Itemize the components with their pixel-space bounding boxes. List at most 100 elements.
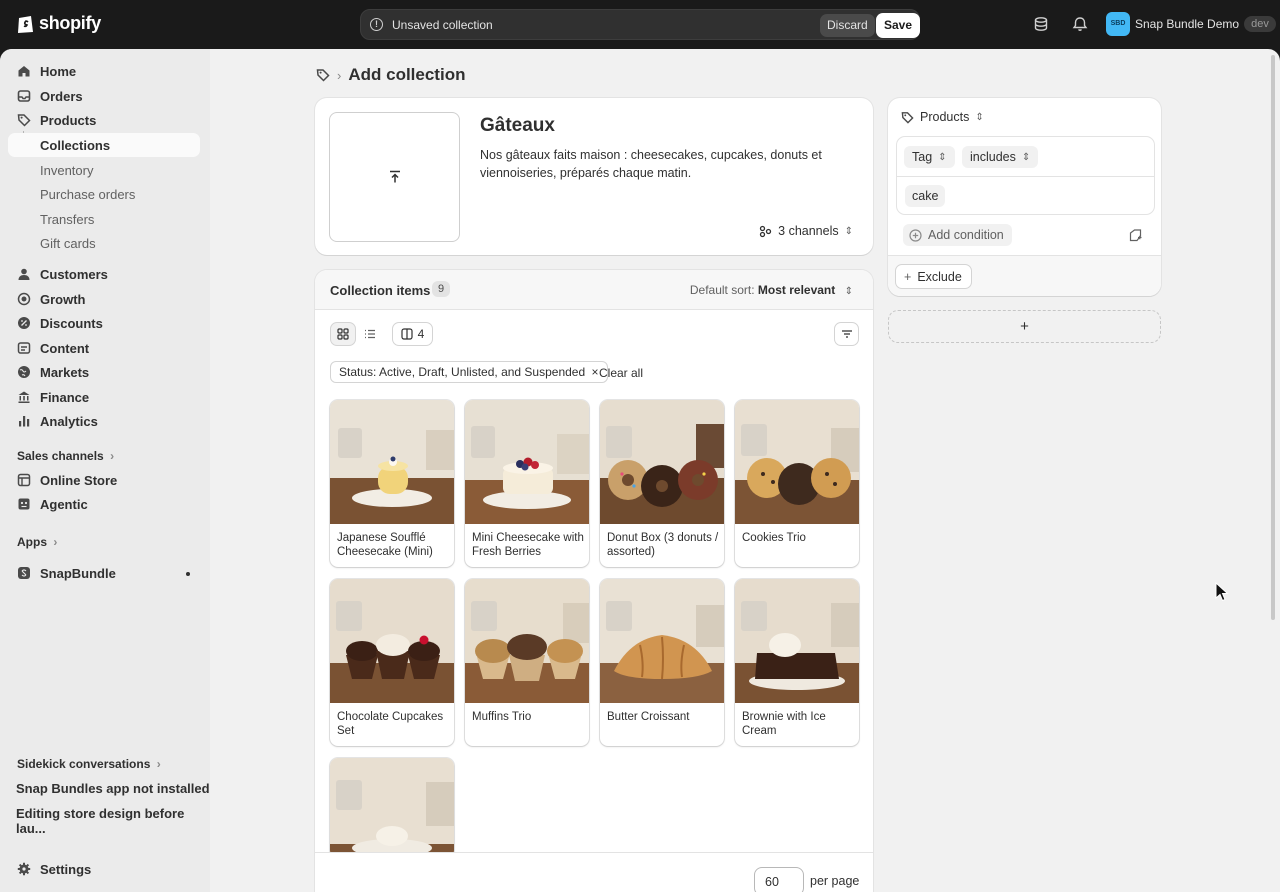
nav-collections[interactable]: Collections — [8, 133, 200, 157]
nav-content[interactable]: Content — [8, 336, 200, 360]
nav-transfers[interactable]: Transfers — [40, 212, 94, 227]
collection-title[interactable]: Gâteaux — [480, 115, 555, 137]
sidekick-heading[interactable]: Sidekick conversations › — [17, 757, 161, 771]
nav-customers[interactable]: Customers — [8, 262, 200, 286]
nav-content-label: Content — [40, 340, 90, 356]
per-page-input[interactable] — [754, 867, 804, 892]
select-chevrons-icon: ⇕ — [938, 151, 947, 163]
filter-button[interactable] — [834, 322, 859, 346]
columns-icon — [401, 328, 413, 340]
product-image — [465, 579, 589, 703]
product-card[interactable]: Mini Cheesecake with Fresh Berries — [465, 400, 589, 567]
condition-operator-select[interactable]: includes ⇕ — [962, 146, 1039, 168]
status-filter-chip[interactable]: Status: Active, Draft, Unlisted, and Sus… — [330, 361, 608, 383]
content-icon — [17, 342, 31, 354]
nav-discounts-label: Discounts — [40, 315, 103, 331]
product-name: Mini Cheesecake with Fresh Berries — [472, 532, 584, 558]
env-badge: dev — [1244, 16, 1276, 32]
channels-selector[interactable]: 3 channels ⇕ — [759, 224, 853, 238]
product-card[interactable]: Chocolate Cupcakes Set — [330, 579, 454, 746]
nav-products[interactable]: Products — [8, 108, 200, 132]
nav-agentic[interactable]: Agentic — [8, 492, 200, 516]
sidekick-conversation[interactable]: Editing store design before lau... — [16, 806, 210, 836]
tag-icon — [901, 111, 914, 124]
nav-discounts[interactable]: Discounts — [8, 311, 200, 335]
bell-icon[interactable] — [1072, 16, 1088, 32]
tag-plus-icon[interactable] — [1129, 229, 1142, 242]
save-button[interactable]: Save — [876, 13, 921, 38]
grid-view-button[interactable] — [330, 322, 356, 346]
nav-snapbundle[interactable]: SnapBundle — [8, 561, 200, 585]
shopify-logo[interactable]: shopify — [17, 13, 101, 34]
nav-markets-label: Markets — [40, 364, 90, 380]
nav-purchase-orders[interactable]: Purchase orders — [40, 187, 135, 202]
list-view-button[interactable] — [357, 322, 383, 346]
channels-label: 3 channels — [778, 224, 839, 238]
collection-description[interactable]: Nos gâteaux faits maison : cheesecakes, … — [480, 147, 850, 182]
nav-home[interactable]: Home — [8, 59, 200, 83]
close-icon[interactable]: × — [591, 365, 598, 379]
nav-analytics[interactable]: Analytics — [8, 409, 200, 433]
nav-gift-cards[interactable]: Gift cards — [40, 236, 96, 251]
home-icon — [18, 66, 30, 77]
nav-orders-label: Orders — [40, 88, 83, 104]
nav-online-store[interactable]: Online Store — [8, 468, 200, 492]
per-page-label: per page — [810, 874, 860, 888]
sort-selector[interactable]: Default sort: Most relevant ⇕ — [690, 283, 853, 297]
add-condition-button[interactable]: Add condition — [903, 224, 1012, 246]
product-image — [330, 400, 454, 524]
chevron-right-icon: › — [110, 449, 115, 463]
exclude-section: + Exclude — [888, 255, 1161, 296]
bar-chart-icon — [19, 416, 30, 427]
filter-chip-label: Status: Active, Draft, Unlisted, and Sus… — [339, 365, 586, 379]
image-upload-dropzone[interactable] — [329, 112, 460, 242]
database-icon[interactable] — [1033, 16, 1049, 32]
clear-all-link[interactable]: Clear all — [599, 366, 643, 380]
rule-target-selector[interactable]: Products ⇕ — [901, 110, 984, 124]
filter-lines-icon — [841, 330, 852, 338]
product-name: Muffins Trio — [472, 711, 532, 723]
store-switcher[interactable]: SBD Snap Bundle Demo dev — [1106, 12, 1276, 36]
product-card[interactable] — [330, 758, 454, 858]
columns-selector[interactable]: 4 — [392, 322, 433, 346]
top-bar: shopify ! Unsaved collection Discard Sav… — [0, 0, 1280, 49]
nav-orders[interactable]: Orders — [8, 84, 200, 108]
product-card[interactable]: Donut Box (3 donuts / assorted) — [600, 400, 724, 567]
nav-inventory[interactable]: Inventory — [40, 163, 93, 178]
nav-markets[interactable]: Markets — [8, 360, 200, 384]
add-rule-block-button[interactable]: + — [888, 310, 1161, 343]
sidekick-label: Sidekick conversations — [17, 757, 151, 771]
select-chevrons-icon: ⇕ — [844, 225, 853, 237]
nav-settings-label: Settings — [40, 861, 92, 877]
admin-frame: Home Orders Products Collections Invento… — [0, 49, 1280, 892]
nav-analytics-label: Analytics — [40, 413, 98, 429]
condition-field-select[interactable]: Tag ⇕ — [904, 146, 955, 168]
product-card[interactable]: Brownie with Ice Cream — [735, 579, 859, 746]
apps-heading[interactable]: Apps › — [17, 535, 57, 549]
product-card[interactable]: Muffins Trio — [465, 579, 589, 746]
sales-channels-heading[interactable]: Sales channels › — [17, 449, 114, 463]
nav-products-label: Products — [40, 112, 97, 128]
exclude-button[interactable]: + Exclude — [895, 264, 972, 289]
rule-target-label: Products — [920, 110, 970, 124]
nav-settings[interactable]: Settings — [8, 857, 200, 881]
product-name: Donut Box (3 donuts / assorted) — [607, 532, 719, 558]
product-card[interactable]: Butter Croissant — [600, 579, 724, 746]
plus-icon: + — [904, 269, 912, 284]
discard-button[interactable]: Discard — [820, 14, 875, 37]
sort-label: Default sort: — [689, 283, 755, 297]
tag-icon[interactable] — [316, 68, 330, 82]
gear-icon — [17, 862, 31, 876]
discount-icon — [18, 317, 30, 329]
scrollbar[interactable] — [1271, 55, 1275, 620]
inbox-icon — [17, 90, 31, 102]
nav-finance[interactable]: Finance — [8, 385, 200, 409]
sidebar: Home Orders Products Collections Invento… — [0, 49, 210, 892]
sidekick-conversation[interactable]: Snap Bundles app not installed — [16, 781, 210, 796]
product-card[interactable]: Cookies Trio — [735, 400, 859, 567]
nav-growth[interactable]: Growth — [8, 287, 200, 311]
tag-icon — [17, 114, 31, 127]
condition-box: Tag ⇕ includes ⇕ cake — [896, 136, 1155, 215]
condition-value-tag[interactable]: cake — [905, 185, 946, 207]
product-card[interactable]: Japanese Soufflé Cheesecake (Mini) — [330, 400, 454, 567]
